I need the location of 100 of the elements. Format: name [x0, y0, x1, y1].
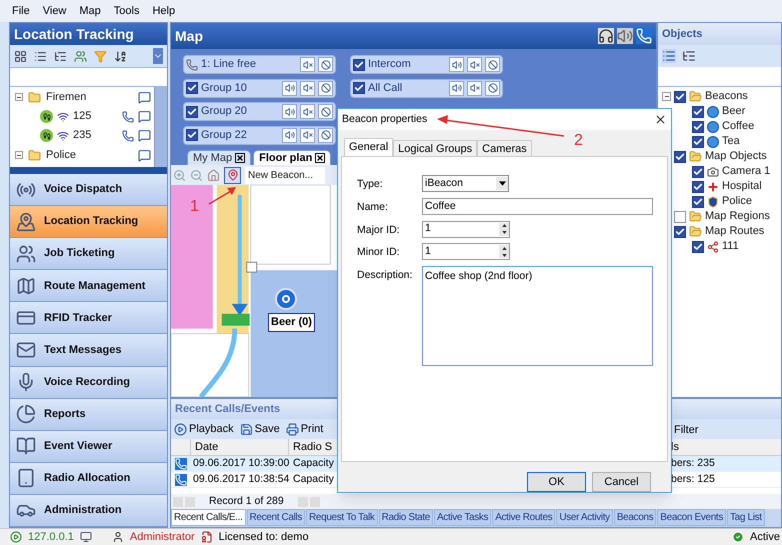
nav-button[interactable]: RFID Tracker: [10, 302, 167, 334]
menu-item[interactable]: Tools: [114, 2, 140, 20]
checkbox[interactable]: [353, 82, 365, 94]
tree-item[interactable]: Beacons: [705, 88, 748, 105]
tree-item[interactable]: Police: [46, 146, 133, 164]
collapse-icon[interactable]: [662, 92, 671, 101]
tree-item[interactable]: 125: [73, 108, 118, 125]
tree-item[interactable]: 235: [73, 127, 118, 144]
speaker-button[interactable]: [449, 57, 464, 72]
home-icon[interactable]: [207, 168, 220, 182]
call-icon[interactable]: [122, 110, 134, 122]
nav-button[interactable]: Text Messages: [10, 334, 167, 367]
nav-button[interactable]: Administration: [10, 494, 167, 528]
tree-item[interactable]: Camera 1: [722, 163, 770, 180]
bottom-tab[interactable]: Request To Talk: [306, 509, 378, 526]
type-dropdown[interactable]: iBeacon: [422, 175, 509, 192]
bottom-tab[interactable]: Beacons: [614, 509, 656, 526]
checkbox[interactable]: [186, 129, 198, 141]
bottom-tab[interactable]: Active Routes: [492, 509, 556, 526]
close-icon[interactable]: [315, 153, 326, 163]
column-header[interactable]: Radio S: [293, 441, 332, 453]
message-icon[interactable]: [138, 148, 151, 162]
tree-item[interactable]: Beer: [722, 103, 746, 120]
toolbar-button[interactable]: Save: [240, 420, 283, 438]
talk-group[interactable]: Group 20: [183, 102, 336, 121]
checkbox[interactable]: [674, 150, 686, 162]
collapse-icon[interactable]: [15, 93, 23, 101]
speaker-button[interactable]: [617, 28, 633, 44]
new-beacon-button[interactable]: [224, 166, 241, 184]
name-field[interactable]: Coffee: [422, 198, 653, 215]
bottom-tab[interactable]: Beacon Events: [657, 509, 726, 526]
bottom-tab[interactable]: Recent Calls/E...: [171, 509, 246, 526]
menu-item[interactable]: File: [12, 2, 30, 20]
speaker-button[interactable]: [449, 80, 464, 96]
cancel-button[interactable]: [318, 104, 333, 119]
cancel-button[interactable]: [318, 80, 333, 96]
toolbar-button[interactable]: Print: [286, 420, 326, 438]
phone-button[interactable]: [636, 28, 652, 44]
speaker-button[interactable]: [282, 104, 297, 119]
tree-view-icon[interactable]: [54, 50, 67, 62]
nav-button[interactable]: Radio Allocation: [10, 462, 167, 495]
scrollbar[interactable]: [154, 87, 167, 167]
description-field[interactable]: Coffee shop (2nd floor): [422, 266, 653, 366]
checkbox[interactable]: [674, 226, 686, 238]
list-view-icon[interactable]: [662, 49, 676, 63]
nav-button[interactable]: Voice Dispatch: [10, 174, 167, 206]
tree-item[interactable]: Firemen: [46, 88, 133, 106]
speaker-button[interactable]: [282, 128, 297, 142]
speaker-button[interactable]: [282, 80, 297, 96]
talk-group[interactable]: 1: Line free: [183, 55, 336, 74]
tree-view-icon[interactable]: [682, 49, 696, 63]
bottom-tab[interactable]: User Activity: [556, 509, 613, 526]
grid-view-icon[interactable]: [14, 50, 27, 62]
nav-button[interactable]: Job Ticketing: [10, 238, 167, 270]
filter-button[interactable]: Filter: [674, 422, 698, 438]
talk-group[interactable]: Group 10: [183, 78, 336, 98]
close-icon[interactable]: [235, 153, 246, 163]
group-icon[interactable]: [74, 50, 87, 62]
bottom-tab[interactable]: Tag List: [727, 509, 765, 526]
tree-item[interactable]: Police: [722, 193, 752, 210]
menu-item[interactable]: Help: [152, 2, 176, 20]
message-icon[interactable]: [138, 129, 151, 142]
bottom-tab[interactable]: Radio State: [378, 509, 433, 526]
headset-button[interactable]: [598, 28, 614, 44]
checkbox[interactable]: [692, 106, 704, 118]
dropdown-icon[interactable]: [153, 48, 163, 64]
checkbox[interactable]: [186, 82, 198, 94]
tree-item[interactable]: Map Regions: [705, 208, 770, 225]
checkbox[interactable]: [353, 58, 365, 70]
mute-button[interactable]: [467, 80, 482, 96]
mute-button[interactable]: [300, 128, 315, 142]
tree-item[interactable]: Map Objects: [705, 148, 767, 165]
talk-group[interactable]: Intercom: [350, 55, 503, 74]
cancel-button[interactable]: [485, 57, 500, 72]
checkbox[interactable]: [186, 106, 198, 118]
message-icon[interactable]: [138, 90, 151, 104]
checkbox[interactable]: [692, 136, 704, 148]
nav-button[interactable]: Reports: [10, 398, 167, 431]
toolbar-button[interactable]: Playback: [174, 420, 237, 438]
call-icon[interactable]: [122, 130, 134, 142]
beacon-field[interactable]: New Beacon...: [245, 166, 325, 184]
list-view-icon[interactable]: [34, 50, 47, 62]
cancel-button[interactable]: [318, 57, 333, 72]
mute-button[interactable]: [300, 104, 315, 119]
checkbox[interactable]: [692, 196, 704, 208]
number-field[interactable]: 1: [422, 243, 510, 260]
nav-button[interactable]: Route Management: [10, 270, 167, 302]
checkbox[interactable]: [674, 90, 686, 102]
talk-group[interactable]: All Call: [350, 78, 503, 98]
mute-button[interactable]: [300, 80, 315, 96]
close-icon[interactable]: [654, 113, 667, 126]
cancel-button[interactable]: [485, 80, 500, 96]
dialog-tab[interactable]: Cameras: [477, 140, 532, 156]
tree-item[interactable]: 111: [722, 238, 739, 255]
map-tab[interactable]: My Map: [187, 150, 252, 165]
collapse-icon[interactable]: [15, 151, 23, 159]
nav-button[interactable]: Location Tracking: [10, 206, 167, 238]
checkbox[interactable]: [692, 166, 704, 178]
dialog-tab[interactable]: Logical Groups: [393, 140, 478, 156]
bottom-tab[interactable]: Active Tasks: [434, 509, 492, 526]
